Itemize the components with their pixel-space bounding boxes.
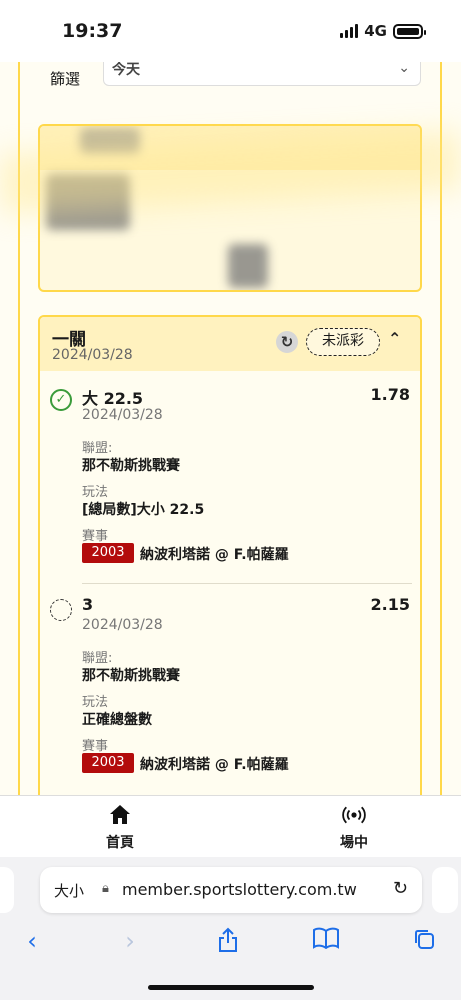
bet-card-header[interactable]: 一關 2024/03/28 ↻ 未派彩 ⌃	[40, 317, 420, 371]
refresh-icon[interactable]: ↻	[276, 331, 298, 353]
league-value: 那不勒斯挑戰賽	[82, 458, 180, 474]
bottom-navigation: 首頁 場中	[0, 795, 461, 857]
event-label: 賽事	[82, 529, 109, 544]
text-size-button[interactable]: 大小	[54, 880, 84, 901]
address-bar[interactable]: 大小 🔒︎ member.sportslottery.com.tw ↻	[40, 867, 422, 913]
redaction-smudge	[228, 244, 268, 288]
settlement-status-badge: 未派彩	[306, 328, 380, 356]
previous-tab-peek[interactable]	[0, 867, 14, 913]
clock: 19:37	[62, 20, 123, 42]
bet-leg: ✓ 大 22.5 2024/03/28 1.78 聯盟: 那不勒斯挑戰賽 玩法 …	[40, 371, 420, 563]
leg-date: 2024/03/28	[82, 407, 163, 423]
league-value: 那不勒斯挑戰賽	[82, 668, 180, 684]
nav-live-label: 場中	[340, 835, 368, 851]
event-label: 賽事	[82, 739, 109, 754]
nav-home[interactable]: 首頁	[80, 802, 160, 852]
tabs-icon[interactable]	[404, 927, 444, 957]
bet-date: 2024/03/28	[52, 347, 133, 363]
event-code-badge: 2003	[82, 753, 134, 773]
share-icon[interactable]	[208, 927, 248, 959]
bookmarks-icon[interactable]	[306, 927, 346, 955]
forward-icon[interactable]: ›	[110, 927, 150, 955]
bet-records-page[interactable]: 篩選 今天 ⌄ 一關 2024/03/28 ↻ 未派彩 ⌃ ✓ 大 22.5 2…	[0, 62, 461, 795]
event-code-badge: 2003	[82, 543, 134, 563]
market-label: 玩法	[82, 485, 109, 500]
market-value: 正確總盤數	[82, 712, 152, 728]
bet-card: 一關 2024/03/28 ↻ 未派彩 ⌃ ✓ 大 22.5 2024/03/2…	[38, 315, 422, 795]
check-circle-icon: ✓	[50, 389, 72, 411]
status-bar: 19:37 4G	[0, 0, 461, 62]
filter-label: 篩選	[50, 70, 81, 88]
back-icon[interactable]: ‹	[12, 927, 52, 955]
pending-circle-icon	[50, 599, 72, 621]
nav-live[interactable]: 場中	[314, 802, 394, 852]
market-value: [總局數]大小 22.5	[82, 502, 205, 518]
chevron-up-icon[interactable]: ⌃	[388, 329, 401, 348]
leg-date: 2024/03/28	[82, 617, 163, 633]
leg-odds: 1.78	[370, 385, 410, 404]
network-type: 4G	[364, 22, 387, 40]
chevron-down-icon: ⌄	[398, 62, 410, 76]
leg-odds: 2.15	[370, 595, 410, 614]
event-name: 納波利塔諾 @ F.帕薩羅	[140, 757, 289, 773]
leg-selection: 3	[82, 595, 94, 614]
date-filter-select[interactable]: 今天 ⌄	[103, 62, 421, 86]
next-tab-peek[interactable]	[432, 867, 458, 913]
url-text[interactable]: member.sportslottery.com.tw	[122, 880, 357, 899]
signal-icon	[340, 24, 359, 38]
home-icon	[80, 802, 160, 830]
leg-selection: 大 22.5	[82, 389, 144, 408]
status-icons: 4G	[340, 22, 426, 40]
bet-leg: 3 2024/03/28 2.15 聯盟: 那不勒斯挑戰賽 玩法 正確總盤數 賽…	[40, 581, 420, 781]
market-label: 玩法	[82, 695, 109, 710]
date-filter-value: 今天	[112, 62, 140, 78]
nav-home-label: 首頁	[106, 835, 134, 851]
battery-icon	[393, 23, 426, 39]
league-label: 聯盟:	[82, 441, 113, 456]
home-indicator	[148, 985, 314, 990]
reload-icon[interactable]: ↻	[393, 878, 408, 899]
league-label: 聯盟:	[82, 651, 113, 666]
event-name: 納波利塔諾 @ F.帕薩羅	[140, 547, 289, 563]
browser-chrome: 大小 🔒︎ member.sportslottery.com.tw ↻ ‹ ›	[0, 857, 461, 1000]
live-broadcast-icon	[314, 802, 394, 830]
lock-icon: 🔒︎	[102, 881, 109, 896]
